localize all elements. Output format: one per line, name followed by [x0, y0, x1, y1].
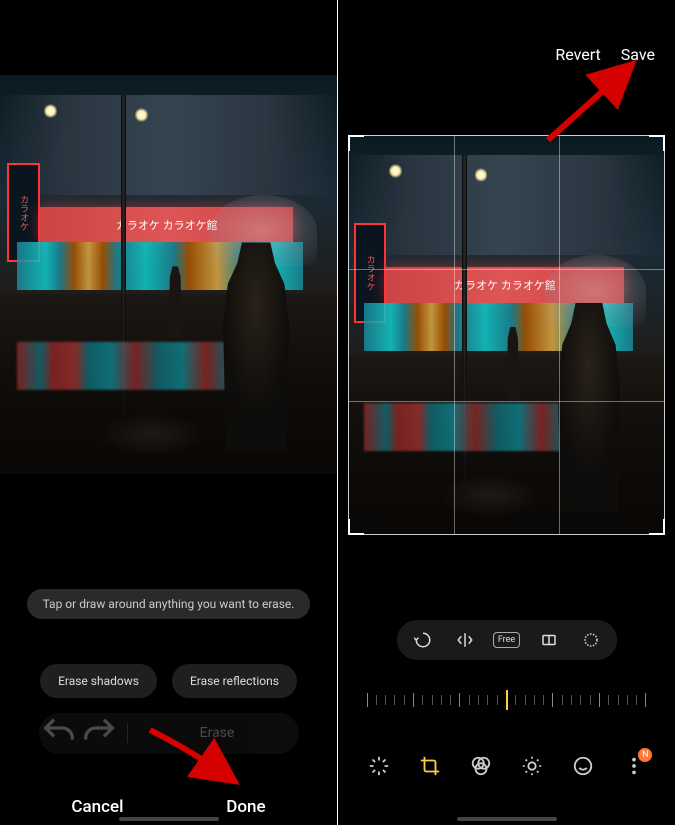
more-options-button[interactable]: N: [620, 752, 648, 780]
perspective-button[interactable]: [539, 630, 559, 650]
erase-button[interactable]: Erase: [136, 725, 299, 741]
scene-manhole: [443, 475, 538, 515]
scene-manhole: [101, 414, 202, 454]
rotate-button[interactable]: [413, 630, 433, 650]
erase-shadows-button[interactable]: Erase shadows: [40, 664, 157, 698]
editor-mode-toolbar: N: [338, 752, 675, 780]
eraser-hint: Tap or draw around anything you want to …: [27, 589, 311, 619]
revert-button[interactable]: Revert: [555, 45, 600, 64]
photo-crop-preview[interactable]: カラオケ カラオケ カラオケ館: [348, 135, 665, 535]
crop-mode-button[interactable]: [416, 752, 444, 780]
home-indicator[interactable]: [457, 817, 557, 821]
auto-enhance-button[interactable]: [365, 752, 393, 780]
flip-horizontal-icon: [456, 631, 474, 649]
crop-handle-tl[interactable]: [348, 135, 364, 151]
transform-toolbar: Free: [397, 620, 617, 660]
brightness-icon: [521, 755, 543, 777]
scene-reflections: [364, 403, 586, 451]
filters-button[interactable]: [467, 752, 495, 780]
erase-options-row: Erase shadows Erase reflections: [0, 664, 337, 698]
erase-reflections-button[interactable]: Erase reflections: [172, 664, 297, 698]
crop-handle-tr[interactable]: [649, 135, 665, 151]
redo-button[interactable]: [79, 713, 119, 753]
undo-icon: [39, 713, 79, 753]
rotate-icon: [414, 631, 432, 649]
ruler-center-indicator: [506, 690, 508, 710]
perspective-icon: [540, 631, 558, 649]
undo-redo-erase-bar: Erase: [39, 713, 299, 754]
rotation-ruler[interactable]: [367, 690, 647, 710]
undo-button[interactable]: [39, 713, 79, 753]
eraser-screen: カラオケ カラオケ カラオケ館 Tap or draw around anyth…: [0, 0, 337, 825]
filters-icon: [470, 755, 492, 777]
scene-lamp: [389, 163, 402, 179]
home-indicator[interactable]: [119, 817, 219, 821]
adjust-button[interactable]: [518, 752, 546, 780]
lasso-icon: [582, 631, 600, 649]
divider: [127, 723, 128, 743]
stickers-button[interactable]: [569, 752, 597, 780]
sparkle-icon: [368, 755, 390, 777]
scene-lamp: [135, 107, 148, 123]
photo-preview[interactable]: カラオケ カラオケ カラオケ館: [0, 75, 337, 474]
scene-lamp: [44, 103, 57, 119]
aspect-ratio-button[interactable]: Free: [497, 630, 517, 650]
lasso-crop-button[interactable]: [581, 630, 601, 650]
top-actions-row: Revert Save: [555, 45, 655, 64]
redo-icon: [79, 713, 119, 753]
crop-icon: [419, 755, 441, 777]
crop-screen: Revert Save カラオケ カラオケ カラオケ館: [338, 0, 675, 825]
scene-reflections: [17, 342, 253, 390]
aspect-ratio-label: Free: [493, 632, 520, 648]
save-button[interactable]: Save: [621, 45, 655, 64]
notification-badge: N: [638, 748, 652, 762]
flip-horizontal-button[interactable]: [455, 630, 475, 650]
smiley-icon: [572, 755, 594, 777]
